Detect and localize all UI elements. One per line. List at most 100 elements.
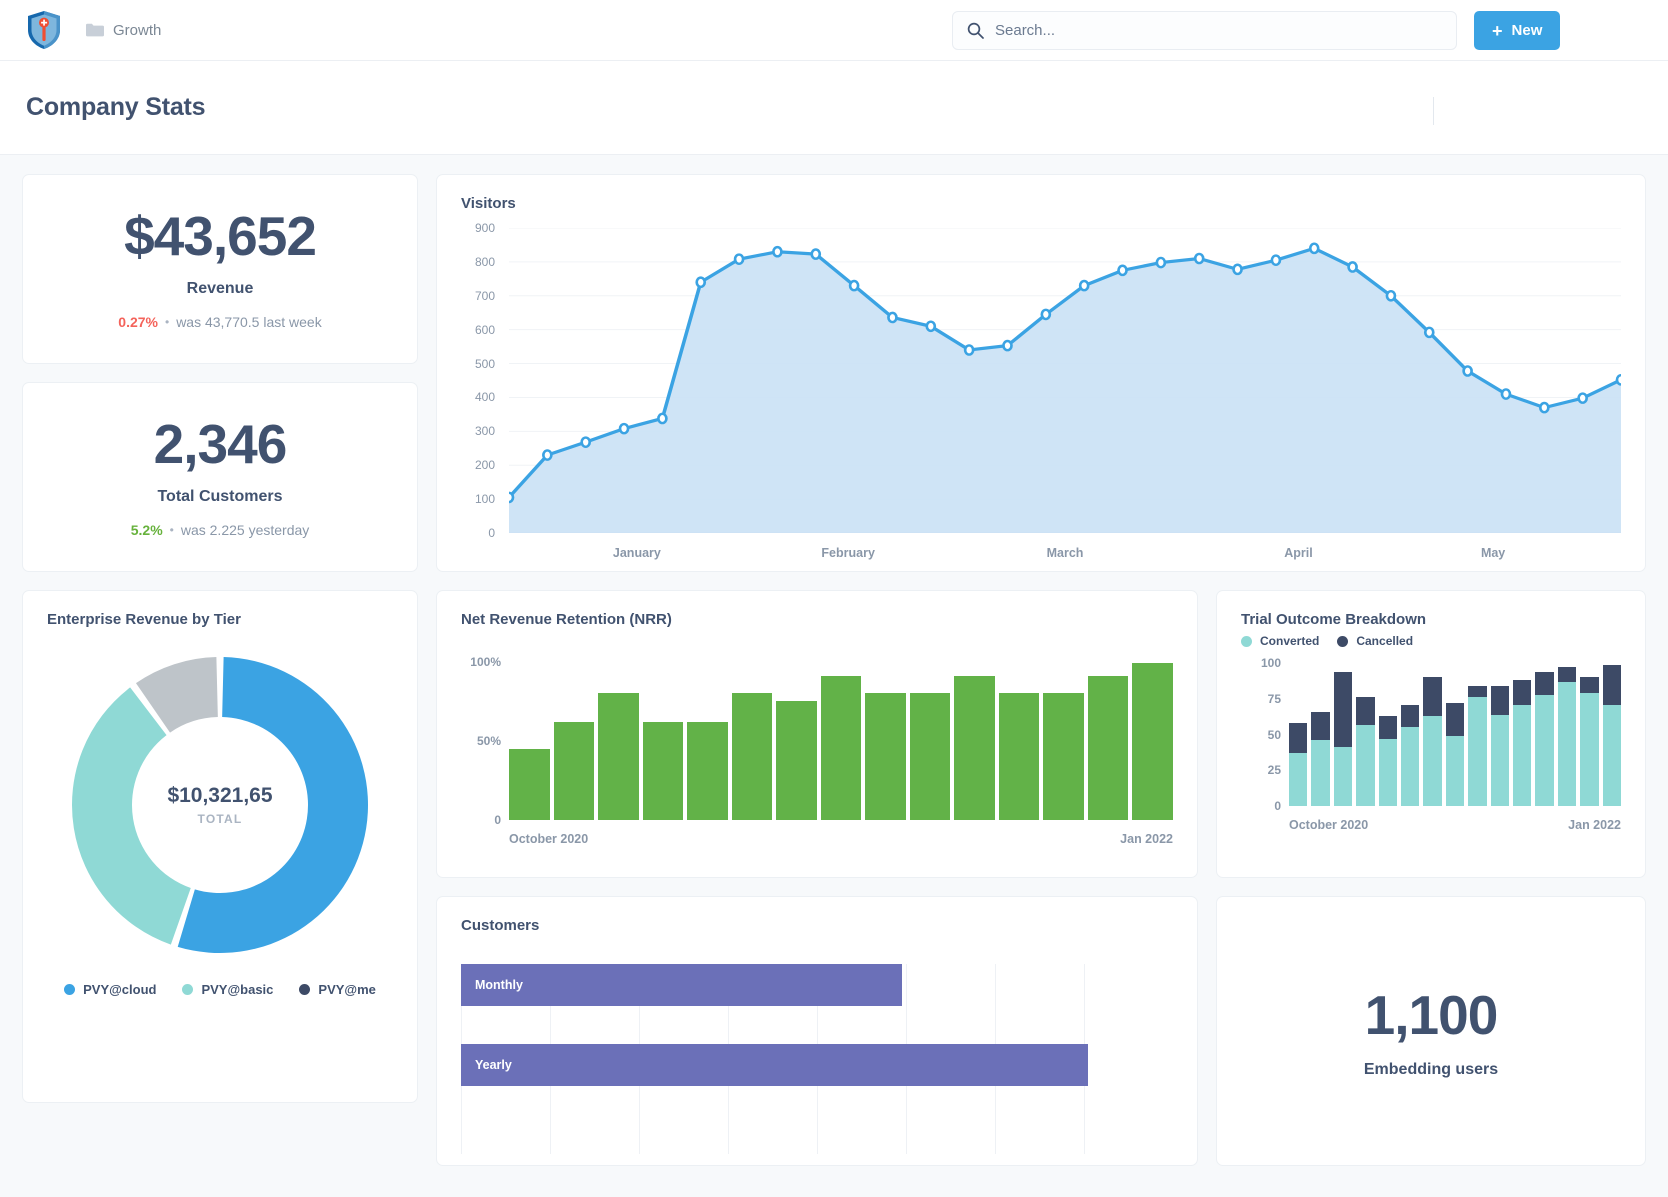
nrr-bar[interactable]	[731, 646, 773, 820]
tier-donut-svg[interactable]	[65, 650, 375, 960]
trial-bar[interactable]	[1333, 656, 1353, 806]
nrr-bar[interactable]	[1043, 646, 1084, 820]
new-button-label: New	[1511, 22, 1543, 39]
nrr-bar[interactable]	[687, 646, 728, 820]
middle-column: Net Revenue Retention (NRR) 0 50% 100% Oct…	[436, 590, 1198, 1166]
separator-dot: •	[164, 314, 170, 329]
tier-legend-item[interactable]: PVY@basic	[182, 982, 273, 997]
bar-segment-cancelled	[1423, 677, 1442, 716]
donut-wrap: $10,321,65 TOTAL	[23, 650, 417, 960]
x-tick-label: March	[1046, 546, 1084, 560]
bar-segment	[509, 748, 550, 820]
x-tick-label: October 2020	[1289, 818, 1369, 832]
stat-column: $43,652 Revenue 0.27% • was 43,770.5 las…	[22, 174, 418, 572]
nrr-bars[interactable]	[509, 646, 1173, 820]
visitors-chart-card: Visitors 0 100 200 300 400 500 600 700 800 900 Ja…	[436, 174, 1646, 572]
tier-legend-item[interactable]: PVY@cloud	[64, 982, 156, 997]
bar-segment-converted	[1401, 727, 1420, 806]
nrr-bar[interactable]	[509, 646, 550, 820]
y-tick-label: 300	[474, 424, 495, 439]
bar-segment	[1087, 676, 1129, 820]
trial-bar[interactable]	[1580, 656, 1599, 806]
visitors-title: Visitors	[461, 195, 516, 212]
bar-segment	[687, 721, 728, 820]
new-button[interactable]: + New	[1474, 11, 1561, 50]
visitors-plot[interactable]	[503, 227, 1627, 534]
page-title: Company Stats	[26, 93, 206, 121]
x-tick-label: April	[1284, 546, 1313, 560]
customers-subtext: 5.2% • was 2.225 yesterday	[131, 522, 310, 538]
trial-bar[interactable]	[1378, 656, 1398, 806]
bar-segment-cancelled	[1311, 711, 1330, 741]
trial-bar[interactable]	[1445, 656, 1465, 806]
bar-segment-converted	[1445, 736, 1465, 806]
trial-bar[interactable]	[1401, 656, 1420, 806]
bar-segment-cancelled	[1333, 671, 1353, 748]
nrr-x-axis: October 2020 Jan 2022	[509, 832, 1173, 846]
trial-chart-card: Trial Outcome Breakdown Converted Cancel…	[1216, 590, 1646, 878]
x-tick-label: October 2020	[509, 832, 589, 846]
search-icon	[967, 22, 984, 39]
tier-legend-item[interactable]: PVY@me	[299, 982, 376, 997]
trial-bar[interactable]	[1535, 656, 1554, 806]
trial-bar[interactable]	[1423, 656, 1442, 806]
x-tick-label: Jan 2022	[1568, 818, 1621, 832]
trial-legend-converted[interactable]: Converted	[1241, 634, 1319, 648]
nrr-bar[interactable]	[909, 646, 951, 820]
right-column: Trial Outcome Breakdown Converted Cancel…	[1216, 590, 1646, 1166]
revenue-delta: 0.27%	[118, 313, 158, 330]
customers-bar-yearly[interactable]: Yearly	[461, 1044, 1088, 1086]
nrr-bar[interactable]	[865, 646, 906, 820]
visitors-y-axis: 0 100 200 300 400 500 600 700 800 900	[461, 221, 495, 540]
bar-segment	[553, 721, 595, 820]
trial-bar[interactable]	[1513, 656, 1532, 806]
y-tick-label: 50	[1267, 727, 1281, 742]
nrr-bar[interactable]	[642, 646, 684, 820]
bar-segment-cancelled	[1580, 677, 1599, 694]
tier-title: Enterprise Revenue by Tier	[47, 611, 241, 628]
trial-chart: 0 25 50 75 100 October 2020 Jan 2022	[1241, 656, 1622, 832]
bar-segment	[865, 693, 906, 820]
trial-legend-label: Cancelled	[1356, 634, 1414, 648]
bar-segment-converted	[1557, 681, 1577, 806]
trial-bar[interactable]	[1468, 656, 1487, 806]
bar-segment-cancelled	[1378, 716, 1398, 739]
trial-bars[interactable]	[1289, 656, 1622, 806]
customers-bar-monthly[interactable]: Monthly	[461, 964, 903, 1006]
nrr-bar[interactable]	[776, 646, 817, 820]
trial-bar[interactable]	[1490, 656, 1510, 806]
search-box[interactable]	[952, 11, 1457, 50]
customers-bar-label: Yearly	[475, 1058, 512, 1072]
customers-value: 2,346	[153, 413, 288, 476]
nrr-bar[interactable]	[998, 646, 1040, 820]
x-tick-label: May	[1480, 546, 1506, 560]
folder-icon	[86, 23, 104, 37]
visitors-area-svg	[503, 227, 1627, 534]
trial-bar[interactable]	[1602, 656, 1622, 806]
trial-bar[interactable]	[1557, 656, 1577, 806]
bar-segment-cancelled	[1445, 703, 1465, 736]
trial-legend-cancelled[interactable]: Cancelled	[1337, 634, 1413, 648]
y-tick-label: 700	[474, 288, 495, 303]
search-input[interactable]	[995, 22, 1442, 39]
bar-segment-converted	[1423, 716, 1442, 806]
legend-dot-icon	[64, 984, 76, 995]
trial-bar[interactable]	[1311, 656, 1330, 806]
embedding-label: Embedding users	[1363, 1061, 1499, 1078]
nrr-title: Net Revenue Retention (NRR)	[461, 611, 672, 628]
trial-bar[interactable]	[1289, 656, 1308, 806]
trial-bar[interactable]	[1356, 656, 1375, 806]
breadcrumb[interactable]: Growth	[86, 22, 161, 39]
shield-logo-icon[interactable]	[22, 8, 66, 52]
bar-segment	[642, 721, 684, 820]
nrr-bar[interactable]	[598, 646, 639, 820]
nrr-bar[interactable]	[1087, 646, 1129, 820]
bar-segment-cancelled	[1557, 667, 1577, 682]
nrr-bar[interactable]	[820, 646, 862, 820]
visitors-chart: 0 100 200 300 400 500 600 700 800 900 January Febr…	[461, 221, 1627, 568]
nrr-bar[interactable]	[954, 646, 995, 820]
customers-bar-label: Monthly	[475, 978, 523, 992]
nrr-bar[interactable]	[1132, 646, 1173, 820]
nrr-bar[interactable]	[553, 646, 595, 820]
y-tick-label: 500	[474, 356, 495, 371]
